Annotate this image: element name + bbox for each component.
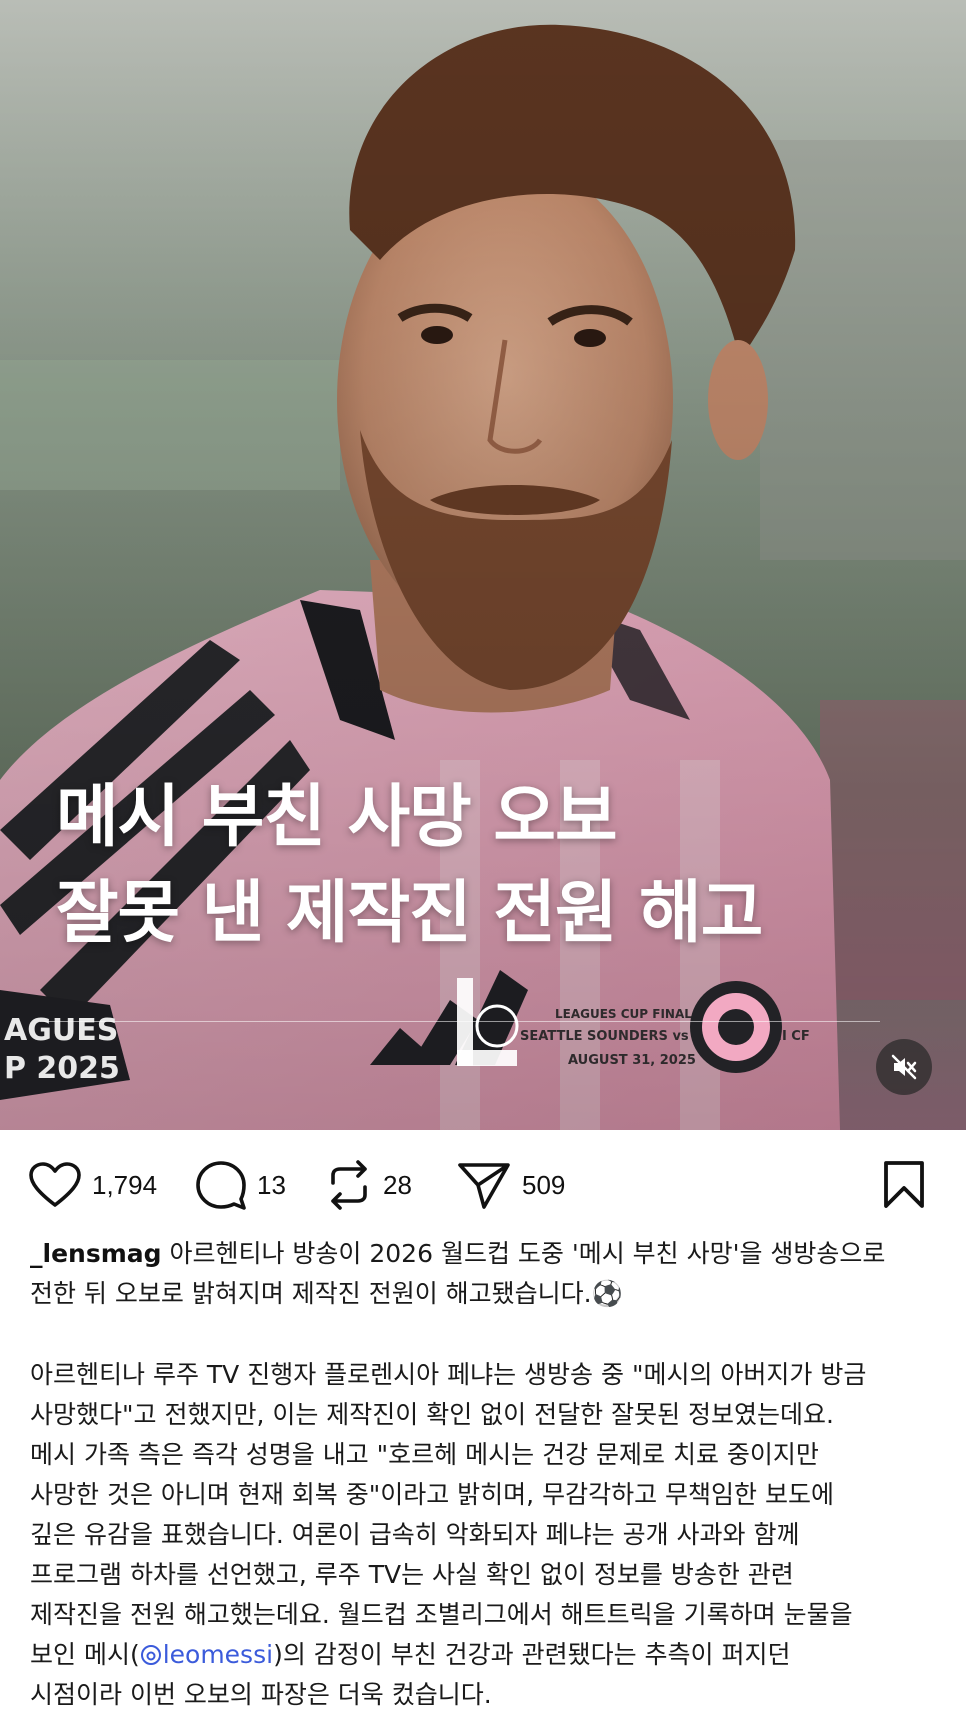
svg-text:AUGUST 31, 2025: AUGUST 31, 2025 <box>568 1053 696 1068</box>
speaker-muted-icon <box>891 1054 917 1080</box>
save-button[interactable] <box>882 1150 926 1220</box>
lensmag-watermark-logo <box>457 978 519 1066</box>
comment-count: 13 <box>257 1169 286 1200</box>
mute-button[interactable] <box>876 1039 932 1095</box>
svg-text:LEAGUES CUP FINAL: LEAGUES CUP FINAL <box>555 1007 692 1021</box>
body-line: 사망한 것은 아니며 현재 회복 중"이라고 밝히며, 무감각하고 무책임한 보… <box>30 1480 834 1509</box>
body-line: 메시 가족 측은 즉각 성명을 내고 "호르헤 메시는 건강 문제로 치료 중이… <box>30 1440 819 1469</box>
body-line: 제작진을 전원 해고했는데요. 월드컵 조별리그에서 해트트릭을 기록하며 눈물… <box>30 1600 853 1629</box>
author-username[interactable]: _lensmag <box>30 1239 162 1268</box>
post-action-bar: 1,794 13 28 509 <box>0 1150 966 1220</box>
caption-text-line-1: 아르헨티나 방송이 2026 월드컵 도중 '메시 부친 사망'을 생방송으로 <box>161 1239 886 1268</box>
body-line-with-mention: 보인 메시( leomessi)의 감정이 부친 건강과 관련됐다는 추측이 퍼지… <box>30 1635 940 1675</box>
threads-icon <box>140 1645 161 1665</box>
body-line: 깊은 유감을 표했습니다. 여론이 급속히 악화되자 페냐는 공개 사과와 함께 <box>30 1520 800 1549</box>
mention-link[interactable]: leomessi <box>140 1640 273 1669</box>
like-button[interactable]: 1,794 <box>28 1150 157 1220</box>
headline-line-1: 메시 부친 사망 오보 <box>56 778 618 857</box>
post-body-text: 아르헨티나 루주 TV 진행자 플로렌시아 페냐는 생방송 중 "메시의 아버지… <box>30 1355 940 1715</box>
post-media[interactable]: AGUES P 2025 LEAGUES CUP FINAL SEATTLE S… <box>0 0 966 1130</box>
post-page: AGUES P 2025 LEAGUES CUP FINAL SEATTLE S… <box>0 0 966 1715</box>
body-line: 사망했다"고 전했지만, 이는 제작진이 확인 없이 전달한 잘못된 정보였는데… <box>30 1400 834 1429</box>
post-caption: _lensmag 아르헨티나 방송이 2026 월드컵 도중 '메시 부친 사망… <box>30 1234 940 1314</box>
heart-icon <box>29 1162 81 1207</box>
share-count: 509 <box>522 1169 566 1200</box>
bookmark-icon <box>884 1161 924 1208</box>
mention-username: leomessi <box>162 1640 274 1669</box>
comment-button[interactable]: 13 <box>195 1150 286 1220</box>
svg-text:P 2025: P 2025 <box>4 1051 120 1086</box>
repost-count: 28 <box>383 1169 412 1200</box>
svg-text:AGUES: AGUES <box>4 1013 118 1048</box>
club-crest <box>690 981 782 1073</box>
repost-icon <box>331 1160 367 1210</box>
body-line-8-start: 보인 메시( <box>30 1640 140 1669</box>
like-count: 1,794 <box>92 1169 158 1200</box>
body-line: 시점이라 이번 오보의 파장은 더욱 컸습니다. <box>30 1680 492 1709</box>
comment-bubble-icon <box>196 1161 246 1210</box>
video-headline: 메시 부친 사망 오보 잘못 낸 제작진 전원 해고 <box>56 770 916 962</box>
body-line-8-end: )의 감정이 부친 건강과 관련됐다는 추측이 퍼지던 <box>273 1640 791 1669</box>
send-icon <box>458 1163 510 1209</box>
caption-text-line-2: 전한 뒤 오보로 밝혀지며 제작진 전원이 해고됐습니다.⚽ <box>30 1279 623 1308</box>
repost-button[interactable]: 28 <box>325 1150 412 1220</box>
body-line: 프로그램 하차를 선언했고, 루주 TV는 사실 확인 없이 정보를 방송한 관… <box>30 1560 794 1589</box>
share-button[interactable]: 509 <box>456 1150 565 1220</box>
headline-line-2: 잘못 낸 제작진 전원 해고 <box>56 874 763 953</box>
body-line: 아르헨티나 루주 TV 진행자 플로렌시아 페냐는 생방송 중 "메시의 아버지… <box>30 1360 867 1389</box>
